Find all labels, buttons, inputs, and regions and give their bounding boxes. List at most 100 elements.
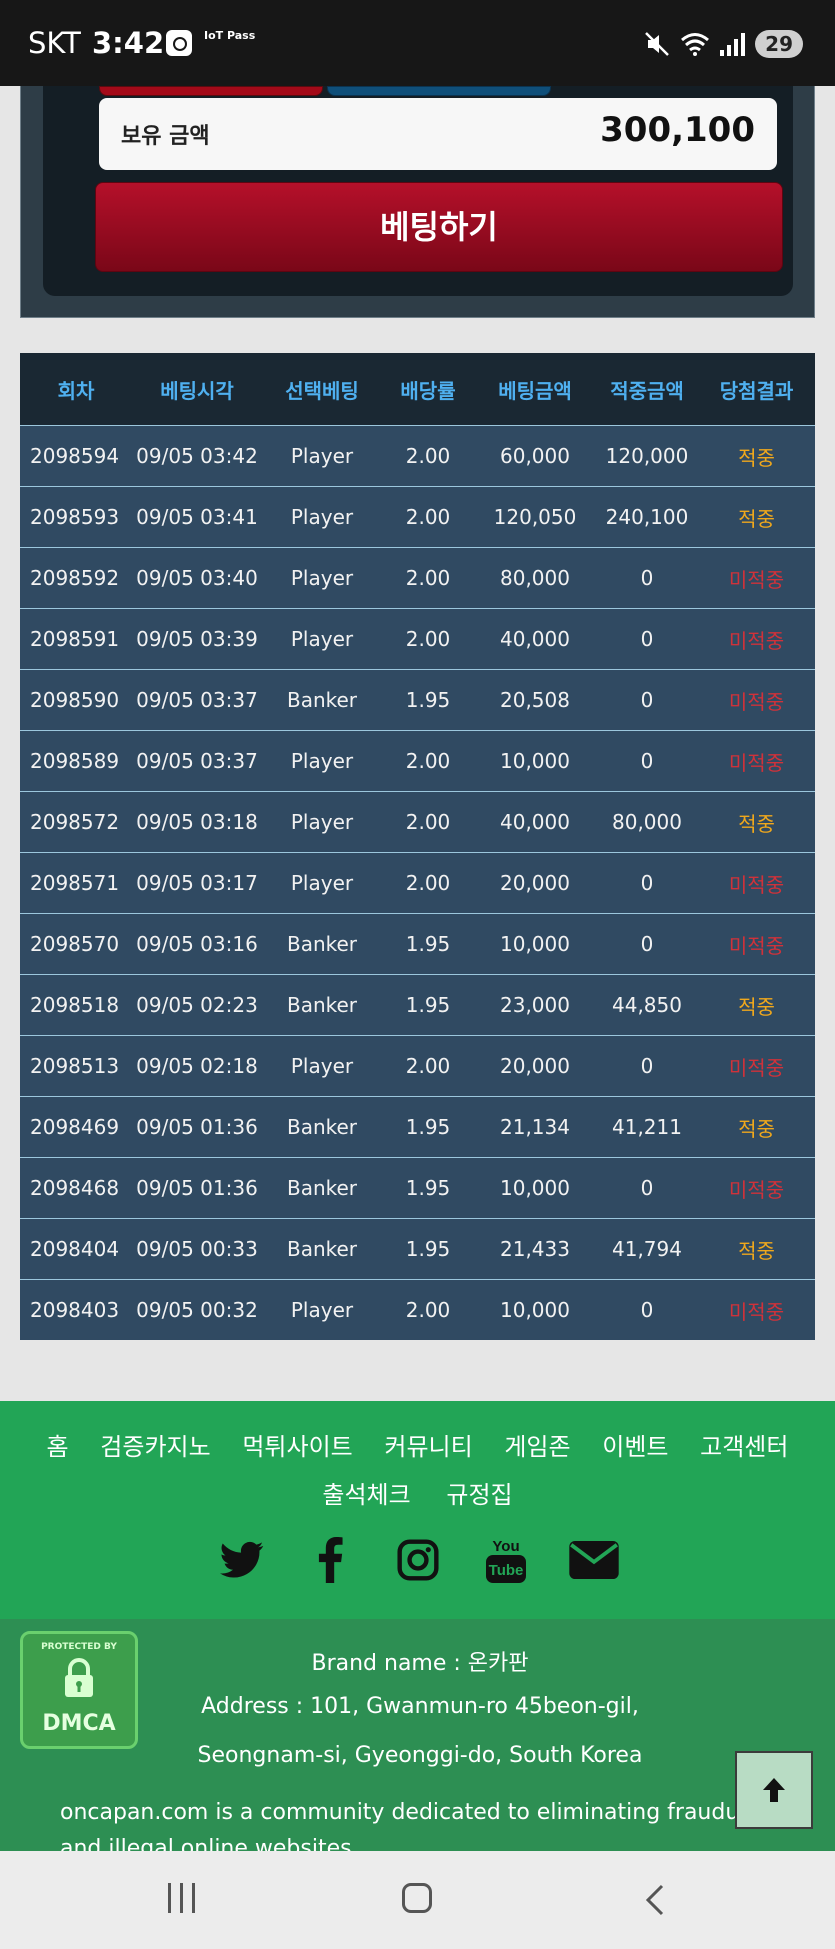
clock: 3:42	[92, 26, 165, 60]
carrier-label: SKT	[28, 26, 81, 60]
cell-amount: 10,000	[474, 1279, 596, 1340]
cell-time: 09/05 03:18	[132, 791, 262, 853]
home-button[interactable]	[402, 1883, 432, 1913]
footer-link-scam-sites[interactable]: 먹튀사이트	[242, 1433, 352, 1461]
cell-time: 09/05 03:42	[132, 425, 262, 487]
site-description: oncapan.com is a community dedicated to …	[60, 1800, 782, 1851]
column-header-time: 베팅시각	[132, 353, 262, 426]
cell-round: 2098404	[20, 1218, 132, 1280]
table-row: 2098468 09/05 01:36 Banker 1.95 10,000 0 미적중	[20, 1157, 815, 1219]
iot-pass-icon: IoT Pass	[204, 29, 256, 42]
cell-odds: 2.00	[382, 547, 474, 609]
address-line-2: Seongnam-si, Gyeonggi-do, South Korea	[197, 1743, 643, 1768]
cell-payout: 0	[596, 608, 698, 670]
twitter-icon[interactable]	[217, 1535, 267, 1585]
brand-name: Brand name : 온카판	[311, 1651, 529, 1676]
cell-time: 09/05 00:33	[132, 1218, 262, 1280]
column-header-result: 당첨결과	[698, 353, 815, 426]
banker-select-button[interactable]	[327, 86, 551, 96]
dmca-badge[interactable]: PROTECTED BY DMCA	[20, 1631, 138, 1749]
cell-round: 2098592	[20, 547, 132, 609]
cell-amount: 10,000	[474, 730, 596, 792]
cell-amount: 21,433	[474, 1218, 596, 1280]
youtube-icon[interactable]: You Tube	[481, 1535, 531, 1585]
column-header-amount: 베팅금액	[474, 353, 596, 426]
cell-choice: Banker	[262, 669, 382, 731]
cell-odds: 1.95	[382, 669, 474, 731]
footer-link-rules[interactable]: 규정집	[446, 1481, 512, 1509]
address-line-1: Address : 101, Gwanmun-ro 45beon-gil,	[201, 1694, 639, 1719]
cell-time: 09/05 03:40	[132, 547, 262, 609]
cell-amount: 21,134	[474, 1096, 596, 1158]
column-header-round: 회차	[20, 353, 132, 426]
cell-amount: 20,000	[474, 852, 596, 914]
column-header-odds: 배당률	[382, 353, 474, 426]
cell-round: 2098590	[20, 669, 132, 731]
cell-odds: 2.00	[382, 486, 474, 548]
cell-result: 적중	[698, 974, 815, 1036]
cell-choice: Player	[262, 1279, 382, 1340]
cell-round: 2098593	[20, 486, 132, 548]
cell-choice: Banker	[262, 1218, 382, 1280]
cell-result: 미적중	[698, 547, 815, 609]
cell-amount: 20,508	[474, 669, 596, 731]
recent-apps-button[interactable]	[168, 1883, 195, 1913]
scroll-to-top-button[interactable]	[735, 1751, 813, 1829]
cell-result: 미적중	[698, 852, 815, 914]
footer-link-support[interactable]: 고객센터	[700, 1433, 788, 1461]
cell-time: 09/05 00:32	[132, 1279, 262, 1340]
cell-amount: 10,000	[474, 913, 596, 975]
cell-payout: 41,794	[596, 1218, 698, 1280]
footer-link-verified-casino[interactable]: 검증카지노	[100, 1433, 210, 1461]
status-bar: SKT 3:42 IoT Pass 29	[0, 0, 835, 86]
system-nav-bar	[0, 1851, 835, 1949]
cell-odds: 1.95	[382, 974, 474, 1036]
column-header-payout: 적중금액	[596, 353, 698, 426]
bet-panel-inner: 보유 금액 300,100 베팅하기	[43, 86, 793, 296]
wifi-icon	[681, 33, 710, 56]
facebook-icon[interactable]	[305, 1535, 355, 1585]
cell-choice: Player	[262, 547, 382, 609]
cell-amount: 80,000	[474, 547, 596, 609]
instagram-icon[interactable]	[393, 1535, 443, 1585]
dmca-label: DMCA	[42, 1711, 116, 1736]
cell-payout: 120,000	[596, 425, 698, 487]
cell-result: 미적중	[698, 1157, 815, 1219]
cell-payout: 0	[596, 852, 698, 914]
bet-history-table: 회차 베팅시각 선택베팅 배당률 베팅금액 적중금액 당첨결과 2098594 0…	[20, 353, 815, 1340]
cell-payout: 44,850	[596, 974, 698, 1036]
footer-link-events[interactable]: 이벤트	[602, 1433, 668, 1461]
mail-icon[interactable]	[568, 1535, 619, 1585]
cell-odds: 1.95	[382, 1157, 474, 1219]
footer-link-home[interactable]: 홈	[47, 1433, 69, 1461]
footer-link-game-zone[interactable]: 게임존	[504, 1433, 570, 1461]
cell-payout: 0	[596, 1279, 698, 1340]
cell-amount: 60,000	[474, 425, 596, 487]
column-header-choice: 선택베팅	[262, 353, 382, 426]
cell-payout: 240,100	[596, 486, 698, 548]
cell-amount: 20,000	[474, 1035, 596, 1097]
table-row: 2098590 09/05 03:37 Banker 1.95 20,508 0 미적중	[20, 669, 815, 731]
table-row: 2098571 09/05 03:17 Player 2.00 20,000 0 미적중	[20, 852, 815, 914]
cell-payout: 0	[596, 547, 698, 609]
cell-amount: 120,050	[474, 486, 596, 548]
cell-result: 미적중	[698, 669, 815, 731]
table-row: 2098593 09/05 03:41 Player 2.00 120,050 240,1…	[20, 486, 815, 548]
table-body: 2098594 09/05 03:42 Player 2.00 60,000 120,00…	[20, 425, 815, 1340]
footer-link-attendance[interactable]: 출석체크	[322, 1481, 410, 1509]
place-bet-button[interactable]: 베팅하기	[95, 182, 783, 272]
player-select-button[interactable]	[99, 86, 323, 96]
cell-amount: 40,000	[474, 791, 596, 853]
footer-link-community[interactable]: 커뮤니티	[384, 1433, 472, 1461]
table-row: 2098570 09/05 03:16 Banker 1.95 10,000 0 미적중	[20, 913, 815, 975]
back-button[interactable]	[640, 1883, 670, 1917]
cell-amount: 23,000	[474, 974, 596, 1036]
cell-round: 2098403	[20, 1279, 132, 1340]
cell-time: 09/05 03:17	[132, 852, 262, 914]
arrow-up-icon	[763, 1778, 785, 1802]
cell-payout: 0	[596, 669, 698, 731]
bet-panel: 보유 금액 300,100 베팅하기	[20, 86, 815, 318]
cell-result: 적중	[698, 425, 815, 487]
balance-value: 300,100	[600, 110, 755, 150]
cell-odds: 2.00	[382, 425, 474, 487]
